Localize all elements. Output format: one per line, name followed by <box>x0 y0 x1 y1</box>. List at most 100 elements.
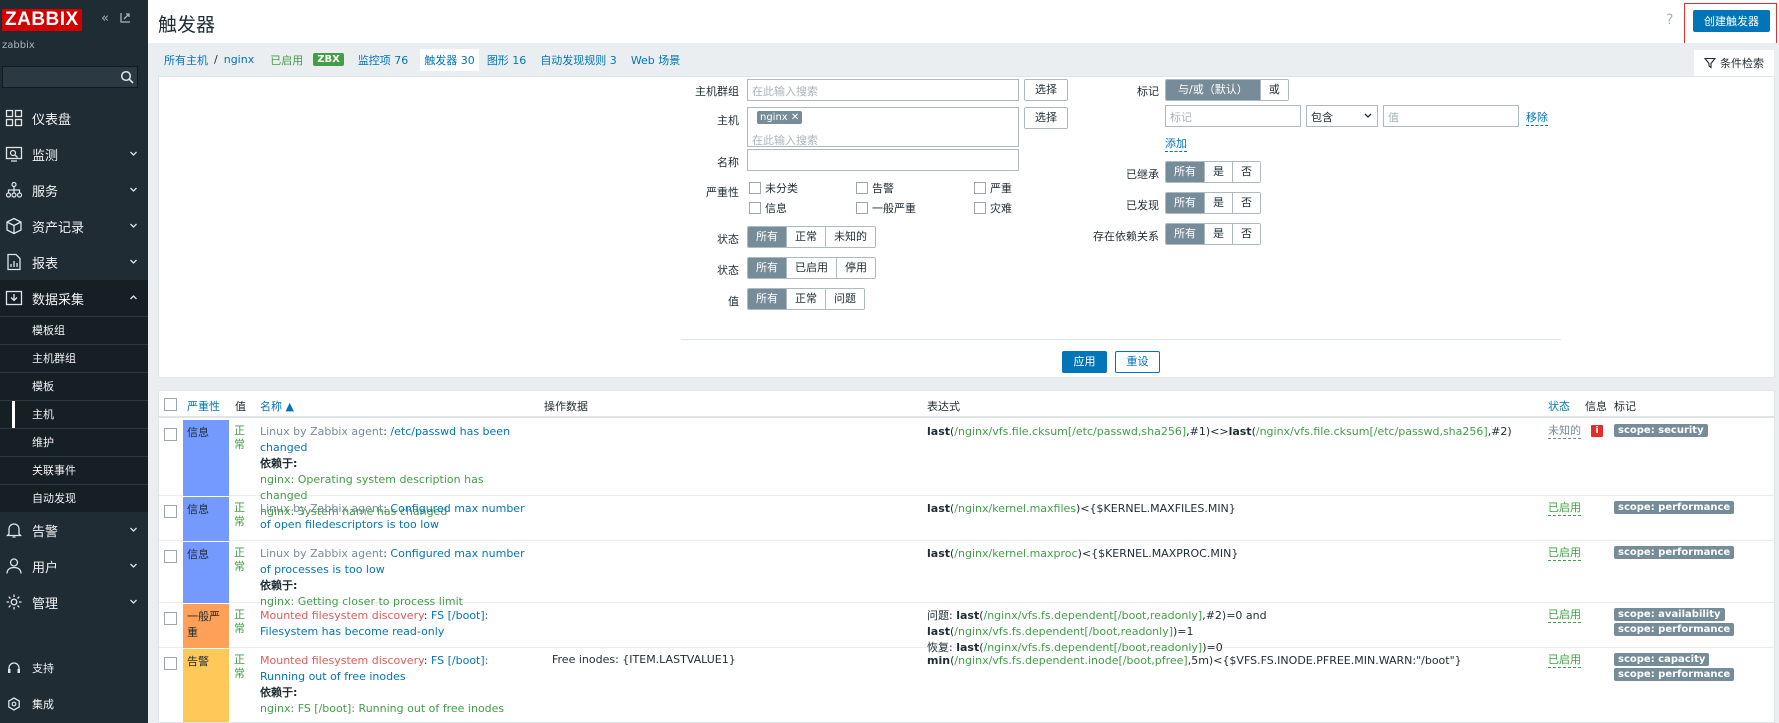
kiosk-mode-icon[interactable] <box>118 12 132 26</box>
status-toggle-link[interactable]: 已启用 <box>1548 653 1581 668</box>
expr-item-link[interactable]: /nginx/vfs.fs.dependent[/boot,readonly] <box>984 609 1203 622</box>
template-link[interactable]: Linux by Zabbix agent <box>260 502 383 515</box>
subnav-hosts[interactable]: 主机 <box>0 400 148 428</box>
nav-administration[interactable]: 管理 <box>0 584 148 620</box>
graphs-link[interactable]: 图形 16 <box>487 52 527 68</box>
tag-badge[interactable]: scope: performance <box>1614 546 1735 559</box>
state-normal-option[interactable]: 正常 <box>787 227 826 247</box>
expr-item-link[interactable]: /nginx/kernel.maxproc <box>954 547 1077 560</box>
reset-button[interactable]: 重设 <box>1115 351 1160 373</box>
tag-badge[interactable]: scope: availability <box>1614 608 1725 621</box>
host-link[interactable]: nginx <box>224 53 255 66</box>
col-name[interactable]: 名称 ▲ <box>260 398 294 414</box>
nav-alerts[interactable]: 告警 <box>0 512 148 548</box>
inherited-no-option[interactable]: 否 <box>1233 162 1260 182</box>
collapse-sidebar-icon[interactable]: « <box>98 12 112 26</box>
subnav-event-correlation[interactable]: 关联事件 <box>0 456 148 484</box>
expr-item-link[interactable]: /nginx/vfs.fs.dependent[/boot,readonly] <box>954 625 1173 638</box>
status-toggle-link[interactable]: 已启用 <box>1548 608 1581 623</box>
add-tag-link[interactable]: 添加 <box>1165 135 1187 152</box>
expr-item-link[interactable]: /nginx/vfs.file.cksum[/etc/passwd,sha256… <box>1256 425 1488 438</box>
tags-and-or-option[interactable]: 与/或（默认） <box>1166 80 1261 100</box>
dependencies-yes-option[interactable]: 是 <box>1205 224 1233 244</box>
status-toggle-link[interactable]: 未知的 <box>1548 424 1581 439</box>
discovered-all-option[interactable]: 所有 <box>1166 193 1205 213</box>
web-scenarios-link[interactable]: Web 场景 <box>631 52 680 68</box>
triggers-link[interactable]: 触发器 30 <box>420 48 479 71</box>
tag-badge[interactable]: scope: performance <box>1614 501 1735 514</box>
tag-badge[interactable]: scope: security <box>1614 424 1708 437</box>
help-icon[interactable]: ? <box>1666 12 1680 28</box>
discovery-rules-link[interactable]: 自动发现规则 3 <box>540 52 617 68</box>
host-select-button[interactable]: 选择 <box>1024 107 1068 129</box>
state-all-option[interactable]: 所有 <box>748 227 787 247</box>
tag-badge[interactable]: scope: performance <box>1614 623 1735 636</box>
host-chip-nginx[interactable]: nginx ✕ <box>757 111 803 124</box>
nav-integrations[interactable]: 集成 <box>0 686 148 722</box>
subnav-host-groups[interactable]: 主机群组 <box>0 344 148 372</box>
name-input[interactable] <box>747 149 1019 171</box>
subnav-template-groups[interactable]: 模板组 <box>0 316 148 344</box>
dependency-link[interactable]: nginx: FS [/boot]: Running out of free i… <box>260 702 504 715</box>
nav-reports[interactable]: 报表 <box>0 244 148 280</box>
template-link[interactable]: Linux by Zabbix agent <box>260 425 383 438</box>
severity-average-checkbox[interactable]: 一般严重 <box>856 200 916 216</box>
severity-information-checkbox[interactable]: 信息 <box>749 200 787 216</box>
tag-value-input[interactable]: 值 <box>1383 105 1519 127</box>
inherited-all-option[interactable]: 所有 <box>1166 162 1205 182</box>
row-checkbox[interactable] <box>164 550 177 563</box>
subnav-discovery[interactable]: 自动发现 <box>0 484 148 512</box>
tag-badge[interactable]: scope: performance <box>1614 668 1735 681</box>
select-all-checkbox[interactable] <box>164 398 177 411</box>
subnav-maintenance[interactable]: 维护 <box>0 428 148 456</box>
state-unknown-option[interactable]: 未知的 <box>826 227 875 247</box>
tag-badge[interactable]: scope: capacity <box>1614 653 1710 666</box>
nav-support[interactable]: 支持 <box>0 650 148 686</box>
col-severity[interactable]: 严重性 <box>187 398 220 414</box>
remove-chip-icon[interactable]: ✕ <box>791 112 799 123</box>
tags-or-option[interactable]: 或 <box>1260 80 1288 100</box>
discovery-rule-link[interactable]: Mounted filesystem discovery <box>260 609 424 622</box>
items-link[interactable]: 监控项 76 <box>358 52 409 68</box>
status-enabled-option[interactable]: 已启用 <box>787 258 837 278</box>
expr-item-link[interactable]: /nginx/vfs.file.cksum[/etc/passwd,sha256… <box>954 425 1186 438</box>
row-checkbox[interactable] <box>164 505 177 518</box>
filter-toggle-tab[interactable]: 条件检索 <box>1694 50 1774 76</box>
tag-operator-select[interactable]: 包含 <box>1306 105 1378 127</box>
severity-warning-checkbox[interactable]: 告警 <box>856 180 894 196</box>
row-checkbox[interactable] <box>164 612 177 625</box>
subnav-templates[interactable]: 模板 <box>0 372 148 400</box>
expr-item-link[interactable]: /nginx/vfs.fs.dependent.inode[/boot,pfre… <box>954 654 1187 667</box>
nav-monitoring[interactable]: 监测 <box>0 136 148 172</box>
nav-dashboard[interactable]: 仪表盘 <box>0 100 148 136</box>
value-problem-option[interactable]: 问题 <box>826 289 864 309</box>
discovery-rule-link[interactable]: Mounted filesystem discovery <box>260 654 424 667</box>
error-info-icon[interactable]: i <box>1591 425 1603 437</box>
host-group-input[interactable]: 在此输入搜索 <box>747 79 1019 101</box>
expr-item-link[interactable]: /nginx/kernel.maxfiles <box>954 502 1076 515</box>
severity-high-checkbox[interactable]: 严重 <box>974 180 1012 196</box>
remove-tag-link[interactable]: 移除 <box>1526 109 1548 126</box>
status-all-option[interactable]: 所有 <box>748 258 787 278</box>
apply-button[interactable]: 应用 <box>1062 351 1107 373</box>
col-status[interactable]: 状态 <box>1548 398 1570 414</box>
search-icon[interactable] <box>120 70 134 84</box>
dependencies-all-option[interactable]: 所有 <box>1166 224 1205 244</box>
sidebar-search-input[interactable] <box>2 66 138 88</box>
severity-not-classified-checkbox[interactable]: 未分类 <box>749 180 798 196</box>
status-toggle-link[interactable]: 已启用 <box>1548 501 1581 516</box>
nav-users[interactable]: 用户 <box>0 548 148 584</box>
nav-data-collection[interactable]: 数据采集 <box>0 280 148 316</box>
row-checkbox[interactable] <box>164 428 177 441</box>
host-status-enabled[interactable]: 已启用 <box>270 52 303 68</box>
value-all-option[interactable]: 所有 <box>748 289 787 309</box>
status-disabled-option[interactable]: 停用 <box>837 258 875 278</box>
nav-services[interactable]: 服务 <box>0 172 148 208</box>
discovered-yes-option[interactable]: 是 <box>1205 193 1233 213</box>
status-toggle-link[interactable]: 已启用 <box>1548 546 1581 561</box>
row-checkbox[interactable] <box>164 657 177 670</box>
discovered-no-option[interactable]: 否 <box>1233 193 1260 213</box>
nav-inventory[interactable]: 资产记录 <box>0 208 148 244</box>
dependencies-no-option[interactable]: 否 <box>1233 224 1260 244</box>
create-trigger-button[interactable]: 创建触发器 <box>1693 10 1770 32</box>
